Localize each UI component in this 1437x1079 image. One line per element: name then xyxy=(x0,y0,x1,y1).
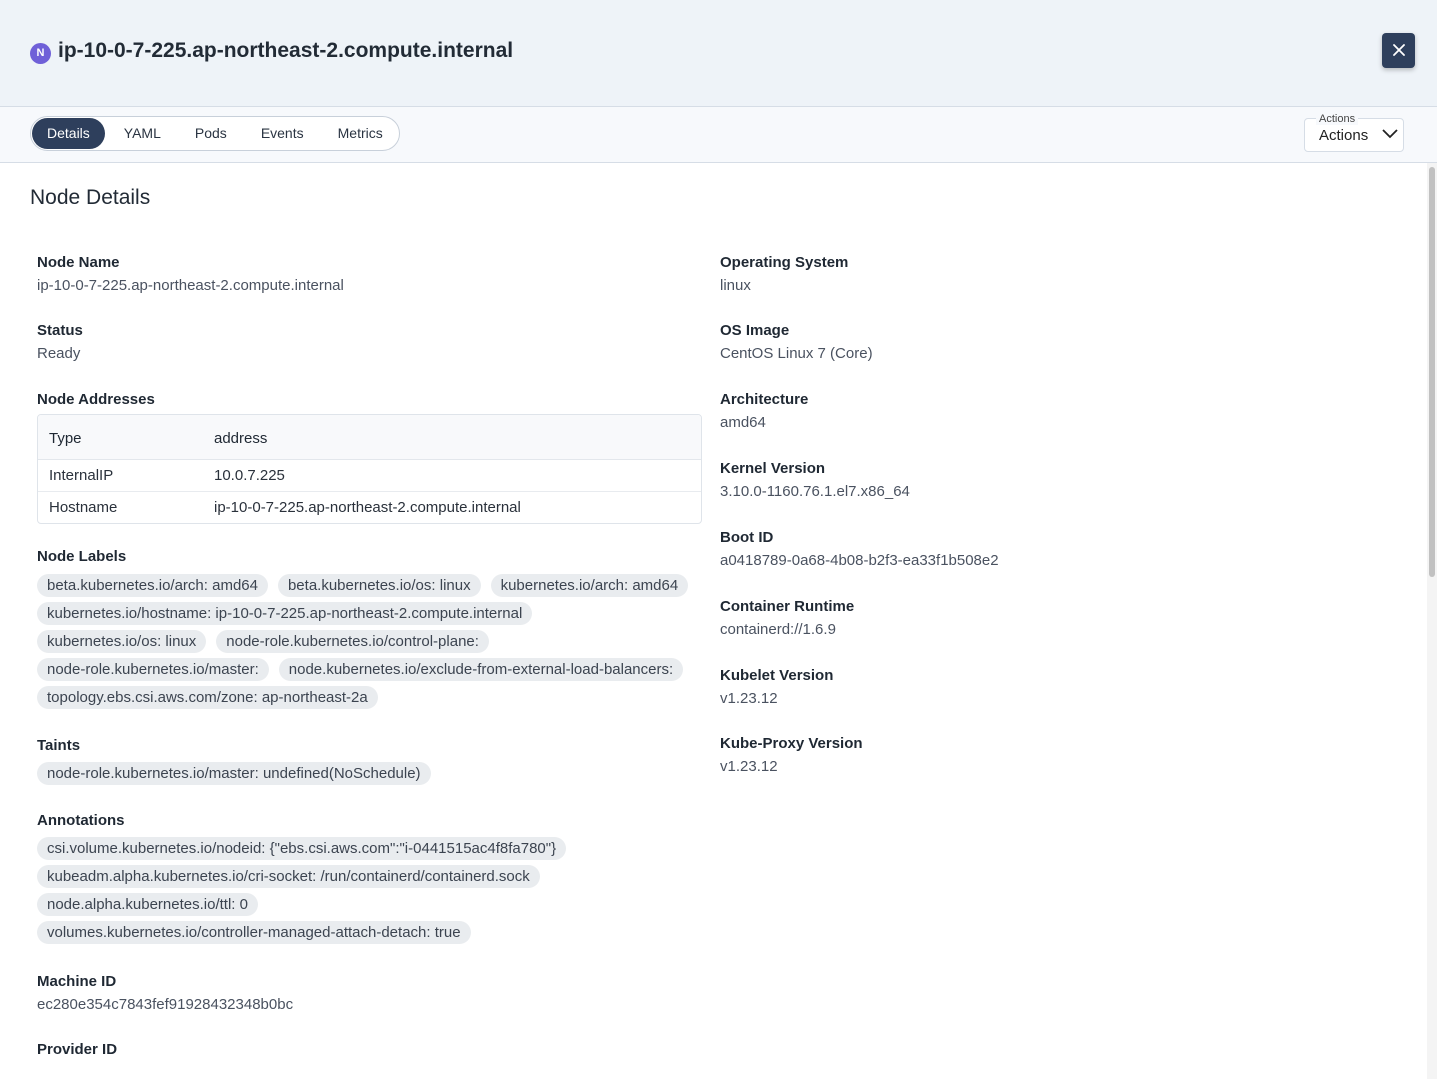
label-chip: kubernetes.io/hostname: ip-10-0-7-225.ap… xyxy=(37,602,533,625)
annotations-list: csi.volume.kubernetes.io/nodeid: {"ebs.c… xyxy=(37,837,707,949)
drawer-header: N ip-10-0-7-225.ap-northeast-2.compute.i… xyxy=(0,0,1437,107)
field-label: Status xyxy=(37,322,83,339)
tab-group: Details YAML Pods Events Metrics xyxy=(30,116,400,151)
field-operating-system: Operating System linux xyxy=(720,254,848,294)
table-cell: InternalIP xyxy=(49,467,114,484)
field-container-runtime: Container Runtime containerd://1.6.9 xyxy=(720,598,854,638)
field-value: linux xyxy=(720,277,751,294)
field-node-labels: Node Labels xyxy=(37,548,126,565)
label-chip: node-role.kubernetes.io/master: xyxy=(37,658,269,681)
field-label: Container Runtime xyxy=(720,598,855,615)
label-chip: beta.kubernetes.io/os: linux xyxy=(277,574,481,597)
table-header: Type address xyxy=(38,415,701,460)
tab-metrics[interactable]: Metrics xyxy=(323,118,398,149)
field-annotations: Annotations xyxy=(37,812,125,829)
field-boot-id: Boot ID a0418789-0a68-4b08-b2f3-ea33f1b5… xyxy=(720,529,999,569)
tab-pods[interactable]: Pods xyxy=(180,118,242,149)
tab-events[interactable]: Events xyxy=(246,118,319,149)
field-label: Machine ID xyxy=(37,973,117,990)
table-row: InternalIP 10.0.7.225 xyxy=(38,460,701,492)
field-value: v1.23.12 xyxy=(720,758,778,775)
scrollbar-thumb[interactable] xyxy=(1429,167,1435,577)
tab-details[interactable]: Details xyxy=(32,118,105,149)
tab-yaml[interactable]: YAML xyxy=(109,118,176,149)
label-chip: node.kubernetes.io/exclude-from-external… xyxy=(278,658,684,681)
addresses-table: Type address InternalIP 10.0.7.225 Hostn… xyxy=(37,414,702,524)
field-os-image: OS Image CentOS Linux 7 (Core) xyxy=(720,322,873,362)
annotation-chip: node.alpha.kubernetes.io/ttl: 0 xyxy=(37,893,258,916)
column-header: address xyxy=(214,430,268,447)
field-kube-proxy-version: Kube-Proxy Version v1.23.12 xyxy=(720,735,863,775)
field-value: v1.23.12 xyxy=(720,690,778,707)
scrollbar[interactable] xyxy=(1427,163,1437,1079)
field-value: Ready xyxy=(37,345,81,362)
page-title: ip-10-0-7-225.ap-northeast-2.compute.int… xyxy=(58,39,514,62)
label-chip: topology.ebs.csi.aws.com/zone: ap-northe… xyxy=(37,686,378,709)
node-labels-list: beta.kubernetes.io/arch: amd64 beta.kube… xyxy=(37,574,707,714)
label-chip: node-role.kubernetes.io/control-plane: xyxy=(216,630,489,653)
chevron-down-icon xyxy=(1382,129,1398,139)
field-value: containerd://1.6.9 xyxy=(720,621,836,638)
annotation-chip: volumes.kubernetes.io/controller-managed… xyxy=(37,921,471,944)
field-label: Provider ID xyxy=(37,1041,118,1058)
table-cell: Hostname xyxy=(49,499,118,516)
field-kubelet-version: Kubelet Version v1.23.12 xyxy=(720,667,833,707)
actions-select-label: Actions xyxy=(1316,113,1359,125)
label-chip: kubernetes.io/os: linux xyxy=(37,630,207,653)
table-cell: ip-10-0-7-225.ap-northeast-2.compute.int… xyxy=(214,499,521,516)
annotation-chip: csi.volume.kubernetes.io/nodeid: {"ebs.c… xyxy=(37,837,567,860)
field-label: Kernel Version xyxy=(720,460,826,477)
column-header: Type xyxy=(49,430,82,447)
tab-bar: Details YAML Pods Events Metrics Actions… xyxy=(0,107,1437,163)
node-kind-badge: N xyxy=(30,43,51,64)
field-status: Status Ready xyxy=(37,322,83,362)
table-row: Hostname ip-10-0-7-225.ap-northeast-2.co… xyxy=(38,492,701,523)
actions-select-value: Actions xyxy=(1319,127,1369,144)
field-value: a0418789-0a68-4b08-b2f3-ea33f1b508e2 xyxy=(720,552,999,569)
field-label: Kube-Proxy Version xyxy=(720,735,863,752)
close-button[interactable] xyxy=(1382,33,1415,68)
field-node-name: Node Name ip-10-0-7-225.ap-northeast-2.c… xyxy=(37,254,344,294)
field-value: ec280e354c7843fef91928432348b0bc xyxy=(37,996,294,1013)
annotation-chip: kubeadm.alpha.kubernetes.io/cri-socket: … xyxy=(37,865,540,888)
field-label: Kubelet Version xyxy=(720,667,834,684)
label-chip: kubernetes.io/arch: amd64 xyxy=(490,574,689,597)
field-label: Annotations xyxy=(37,812,125,829)
field-label: Node Name xyxy=(37,254,120,271)
section-title: Node Details xyxy=(30,186,151,209)
table-cell: 10.0.7.225 xyxy=(214,467,285,484)
field-machine-id: Machine ID ec280e354c7843fef91928432348b… xyxy=(37,973,293,1013)
field-architecture: Architecture amd64 xyxy=(720,391,808,431)
field-label: Node Labels xyxy=(37,548,127,565)
actions-select[interactable]: Actions Actions xyxy=(1304,113,1404,152)
field-provider-id: Provider ID xyxy=(37,1041,117,1058)
field-label: Taints xyxy=(37,737,81,754)
field-node-addresses: Node Addresses xyxy=(37,391,155,408)
field-label: Node Addresses xyxy=(37,391,155,408)
field-kernel-version: Kernel Version 3.10.0-1160.76.1.el7.x86_… xyxy=(720,460,910,500)
field-value: 3.10.0-1160.76.1.el7.x86_64 xyxy=(720,483,910,500)
taints-list: node-role.kubernetes.io/master: undefine… xyxy=(37,762,707,790)
label-chip: beta.kubernetes.io/arch: amd64 xyxy=(37,574,268,597)
taint-chip: node-role.kubernetes.io/master: undefine… xyxy=(37,762,431,785)
field-value: CentOS Linux 7 (Core) xyxy=(720,345,873,362)
field-label: Operating System xyxy=(720,254,849,271)
field-value: amd64 xyxy=(720,414,766,431)
field-label: Architecture xyxy=(720,391,809,408)
field-taints: Taints xyxy=(37,737,80,754)
field-label: OS Image xyxy=(720,322,790,339)
close-icon xyxy=(1392,44,1405,56)
field-label: Boot ID xyxy=(720,529,774,546)
field-value: ip-10-0-7-225.ap-northeast-2.compute.int… xyxy=(37,277,344,294)
